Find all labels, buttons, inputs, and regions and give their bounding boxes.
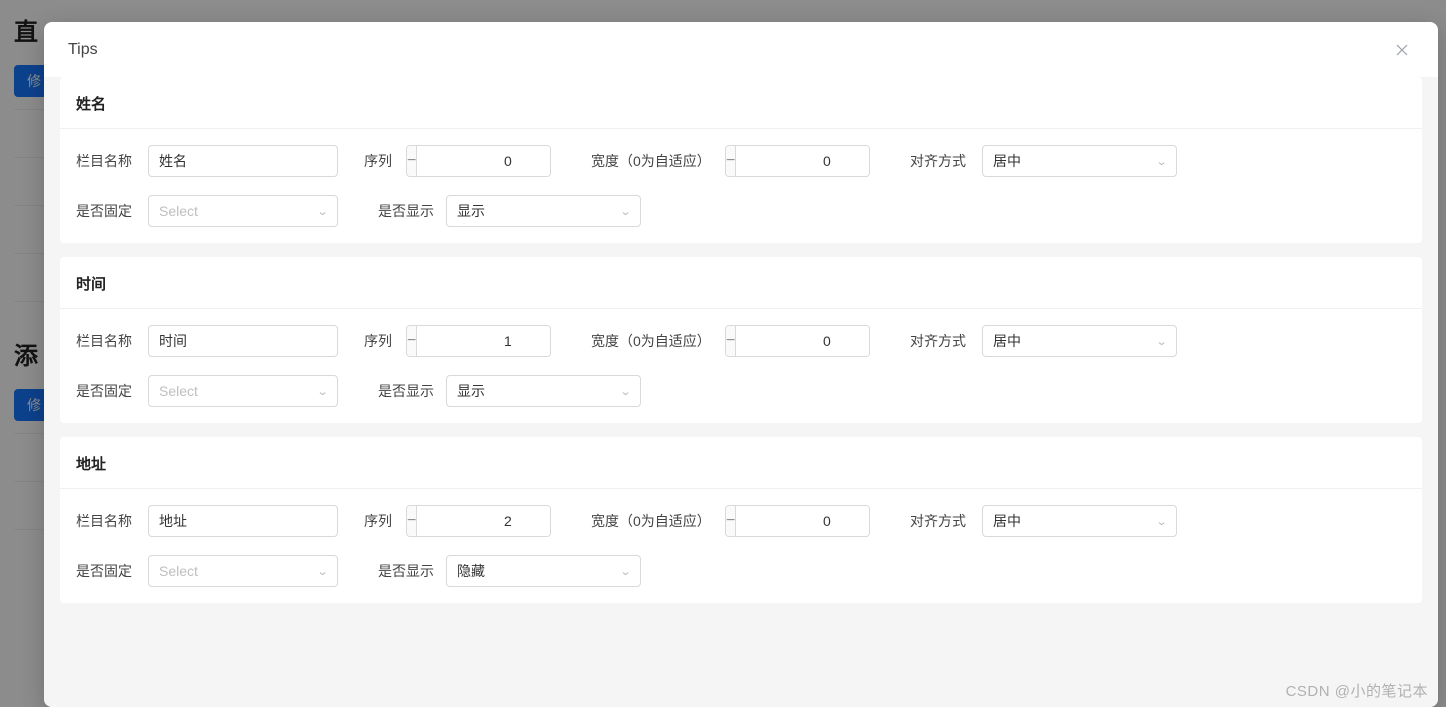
form-row: 是否固定 Select ⌄ 是否显示 显示 ⌄ [76,195,1406,227]
label-show: 是否显示 [378,201,442,221]
modal-body: 姓名 栏目名称 序列 − + [44,77,1438,707]
align-select[interactable]: 居中 ⌄ [982,145,1177,177]
modal-title: Tips [68,41,98,59]
align-value: 居中 [993,511,1157,531]
close-icon[interactable] [1390,38,1414,62]
form-row: 栏目名称 序列 − + 宽度（0为自适应） [76,325,1406,357]
width-stepper[interactable]: − + [725,505,870,537]
panel-title: 地址 [60,437,1422,489]
form-row: 栏目名称 序列 − + 宽度（0为自适应） [76,145,1406,177]
minus-icon[interactable]: − [407,326,417,356]
fixed-select[interactable]: Select ⌄ [148,195,338,227]
show-select[interactable]: 隐藏 ⌄ [446,555,641,587]
minus-icon[interactable]: − [726,146,736,176]
chevron-down-icon: ⌄ [1155,155,1167,168]
panel-name: 姓名 栏目名称 序列 − + [60,77,1422,243]
chevron-down-icon: ⌄ [316,565,328,578]
form-row: 是否固定 Select ⌄ 是否显示 隐藏 ⌄ [76,555,1406,587]
width-stepper[interactable]: − + [725,325,870,357]
chevron-down-icon: ⌄ [619,565,631,578]
order-value[interactable] [417,146,551,176]
show-value: 隐藏 [457,561,621,581]
label-fixed: 是否固定 [76,201,144,221]
align-select[interactable]: 居中 ⌄ [982,505,1177,537]
minus-icon[interactable]: − [726,506,736,536]
panel-body: 栏目名称 序列 − + 宽度（0为自适应） [60,309,1422,423]
label-show: 是否显示 [378,561,442,581]
panel-time: 时间 栏目名称 序列 − + [60,257,1422,423]
panel-title: 时间 [60,257,1422,309]
minus-icon[interactable]: − [407,146,417,176]
chevron-down-icon: ⌄ [619,385,631,398]
column-name-input[interactable] [148,505,338,537]
column-name-input[interactable] [148,325,338,357]
minus-icon[interactable]: − [407,506,417,536]
label-order: 序列 [364,511,402,531]
label-order: 序列 [364,331,402,351]
panel-title: 姓名 [60,77,1422,129]
fixed-placeholder: Select [159,563,318,579]
order-stepper[interactable]: − + [406,505,551,537]
width-stepper[interactable]: − + [725,145,870,177]
label-column-name: 栏目名称 [76,331,144,351]
panel-body: 栏目名称 序列 − + 宽度（0为自适应） [60,489,1422,603]
form-row: 是否固定 Select ⌄ 是否显示 显示 ⌄ [76,375,1406,407]
panel-body: 栏目名称 序列 − + 宽度（0为自适应） [60,129,1422,243]
fixed-placeholder: Select [159,203,318,219]
chevron-down-icon: ⌄ [619,205,631,218]
column-name-input[interactable] [148,145,338,177]
align-value: 居中 [993,151,1157,171]
order-value[interactable] [417,326,551,356]
align-value: 居中 [993,331,1157,351]
label-align: 对齐方式 [910,151,978,171]
label-order: 序列 [364,151,402,171]
form-row: 栏目名称 序列 − + 宽度（0为自适应） [76,505,1406,537]
modal-header: Tips [44,22,1438,77]
show-select[interactable]: 显示 ⌄ [446,375,641,407]
label-column-name: 栏目名称 [76,151,144,171]
fixed-select[interactable]: Select ⌄ [148,375,338,407]
align-select[interactable]: 居中 ⌄ [982,325,1177,357]
chevron-down-icon: ⌄ [316,385,328,398]
label-show: 是否显示 [378,381,442,401]
order-stepper[interactable]: − + [406,145,551,177]
label-width: 宽度（0为自适应） [591,331,721,351]
label-fixed: 是否固定 [76,381,144,401]
panel-address: 地址 栏目名称 序列 − + [60,437,1422,603]
modal-dialog: Tips 姓名 栏目名称 序列 − [44,22,1438,707]
fixed-select[interactable]: Select ⌄ [148,555,338,587]
width-value[interactable] [736,146,870,176]
label-fixed: 是否固定 [76,561,144,581]
label-align: 对齐方式 [910,331,978,351]
chevron-down-icon: ⌄ [316,205,328,218]
order-value[interactable] [417,506,551,536]
fixed-placeholder: Select [159,383,318,399]
order-stepper[interactable]: − + [406,325,551,357]
show-select[interactable]: 显示 ⌄ [446,195,641,227]
label-column-name: 栏目名称 [76,511,144,531]
chevron-down-icon: ⌄ [1155,515,1167,528]
width-value[interactable] [736,326,870,356]
show-value: 显示 [457,381,621,401]
label-width: 宽度（0为自适应） [591,511,721,531]
show-value: 显示 [457,201,621,221]
label-width: 宽度（0为自适应） [591,151,721,171]
width-value[interactable] [736,506,870,536]
minus-icon[interactable]: − [726,326,736,356]
label-align: 对齐方式 [910,511,978,531]
chevron-down-icon: ⌄ [1155,335,1167,348]
